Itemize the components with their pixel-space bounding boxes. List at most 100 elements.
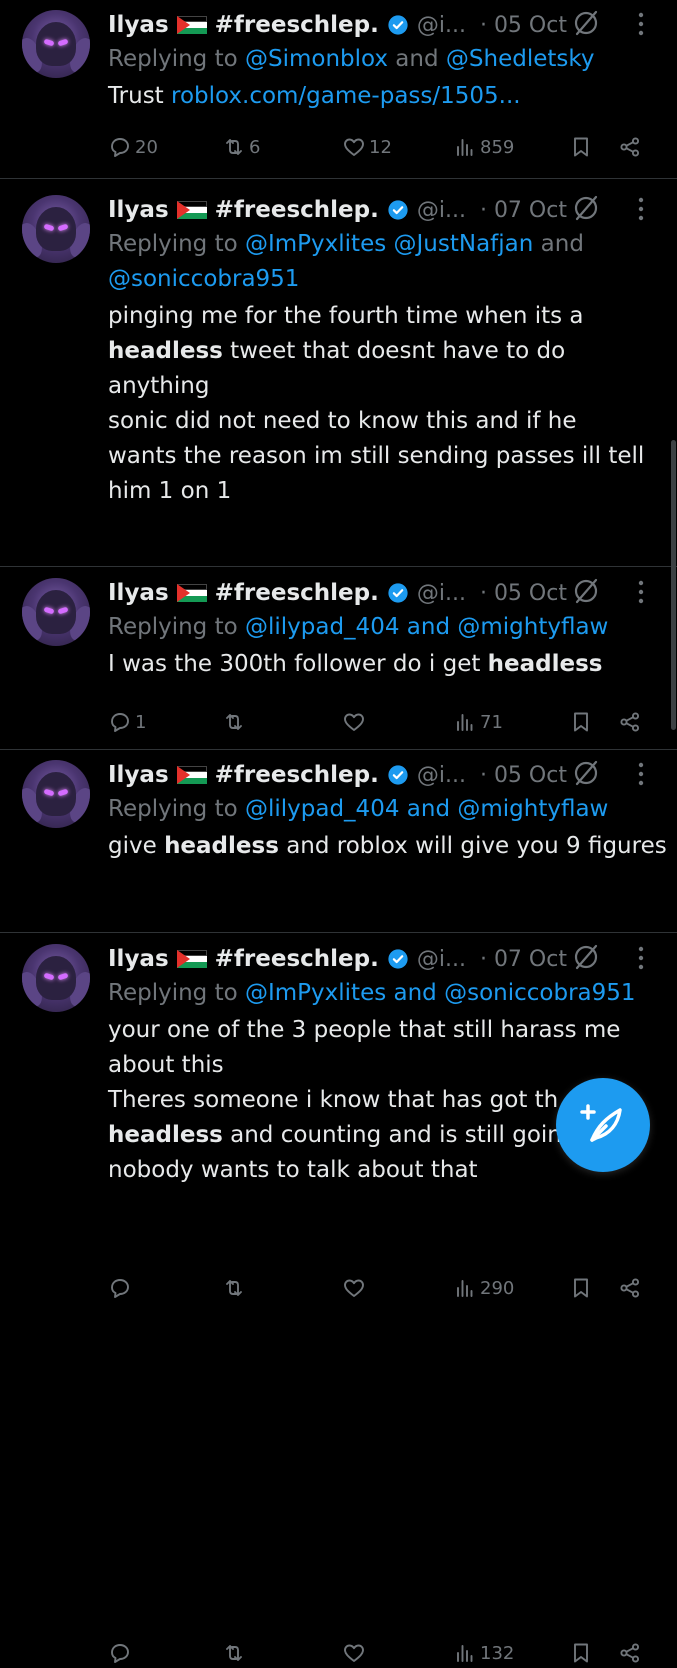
reply-button[interactable] [108,1273,135,1303]
more-icon[interactable] [630,9,652,39]
avatar[interactable] [22,578,90,646]
reply-icon [111,1644,129,1663]
tweet-timestamp[interactable]: · 05 Oct [480,763,567,788]
grok-icon[interactable] [571,193,601,223]
mention-link[interactable]: @lilypad_404 [245,796,399,822]
share-icon [620,1278,640,1298]
tweet[interactable]: Ilyas #freeschlep. @i... · 05 Oct Replying t… [0,568,677,1299]
repost-icon [226,139,242,155]
repost-icon [226,1645,242,1661]
more-icon[interactable] [630,943,652,973]
repost-button[interactable] [222,1273,249,1303]
text-segment: Replying to [108,796,245,822]
display-name[interactable]: Ilyas [108,580,169,606]
tweet-divider [0,932,677,933]
replying-to: Replying to @lilypad_404 and @mightyflaw [108,610,668,645]
mention-link[interactable]: @Simonblox [245,46,388,72]
mention-link[interactable]: @soniccobra951 [444,980,635,1006]
tweet-timestamp[interactable]: · 05 Oct [480,581,567,606]
grok-icon[interactable] [571,758,601,788]
text-segment: wants the reason im still sending passes… [108,443,645,469]
reply-icon [111,1279,129,1298]
user-handle[interactable]: @i... [417,198,466,223]
tweet[interactable]: Ilyas #freeschlep. @i... · 07 Oct Replying t… [0,185,677,733]
verified-badge-icon [388,583,408,603]
text-segment [386,231,393,257]
mention-link[interactable]: @ImPyxlites [245,980,386,1006]
user-handle[interactable]: @i... [417,947,466,972]
more-icon[interactable] [630,194,652,224]
reply-button[interactable] [108,1638,135,1668]
like-button[interactable] [342,1273,369,1303]
mention-link[interactable]: @soniccobra951 [108,266,299,292]
tweet-timestamp[interactable]: · 07 Oct [480,198,567,223]
mention-link[interactable]: @lilypad_404 [245,614,399,640]
share-button[interactable] [618,1638,642,1668]
share-button[interactable] [618,1273,642,1303]
views-button[interactable]: 132 [453,1638,514,1668]
more-icon[interactable] [630,577,652,607]
text-segment: your one of the 3 people that still hara… [108,1017,621,1043]
like-button[interactable]: 12 [342,132,392,162]
mention-link[interactable]: @ImPyxlites [245,231,386,257]
avatar[interactable] [22,760,90,828]
grok-icon[interactable] [571,8,601,38]
repost-button[interactable] [222,1638,249,1668]
mention-link[interactable]: @mightyflaw [457,614,608,640]
avatar[interactable] [22,944,90,1012]
replying-to-line: Replying to @lilypad_404 and @mightyflaw [108,792,668,827]
like-button[interactable] [342,1638,369,1668]
repost-button[interactable]: 6 [222,132,260,162]
compose-post-button[interactable] [556,1078,650,1172]
user-handle[interactable]: @i... [417,13,466,38]
bookmark-button[interactable] [569,1273,593,1303]
avatar[interactable] [22,10,90,78]
mention-link[interactable]: @Shedletsky [446,46,595,72]
replying-to: Replying to @ImPyxlites and @soniccobra9… [108,976,668,1011]
user-handle[interactable]: @i... [417,581,466,606]
display-name[interactable]: Ilyas [108,197,169,223]
text-segment: Replying to [108,46,245,72]
avatar[interactable] [22,195,90,263]
like-icon [344,1644,364,1662]
reply-button[interactable]: 20 [108,132,158,162]
tweet-text-line: anything [108,369,668,404]
user-handle[interactable]: @i... [417,763,466,788]
bookmark-button[interactable] [569,1638,593,1668]
views-icon [457,139,473,156]
mention-link[interactable]: @JustNafjan [394,231,534,257]
highlighted-text: headless [108,1122,223,1148]
display-name[interactable]: Ilyas [108,12,169,38]
tweet-text-line: pinging me for the fourth time when its … [108,299,668,334]
views-button[interactable]: 859 [453,132,514,162]
display-name[interactable]: Ilyas [108,762,169,788]
mention-link[interactable]: and [386,980,444,1006]
tweet-timestamp[interactable]: · 05 Oct [480,13,567,38]
tweet-actions: 132 [108,1638,648,1668]
tweet[interactable]: Ilyas #freeschlep. @i... · 05 Oct Replying t… [0,0,677,178]
repost-icon [226,1280,242,1296]
bookmark-button[interactable] [569,132,593,162]
tweet[interactable]: Ilyas #freeschlep. @i... · 05 Oct Replying t… [0,750,677,1664]
display-name-hashtag: #freeschlep. [214,946,379,972]
tweet-actions: 290 [108,1273,648,1303]
mention-link[interactable]: and [399,614,457,640]
grok-icon[interactable] [571,576,601,606]
tweet-text: I was the 300th follower do i get headle… [108,647,668,682]
share-button[interactable] [618,132,642,162]
display-name[interactable]: Ilyas [108,946,169,972]
tweet-timestamp[interactable]: · 07 Oct [480,947,567,972]
tweet-text-line: about this [108,1048,668,1083]
tweet-text-line: him 1 on 1 [108,474,668,509]
mention-link[interactable]: roblox.com/game-pass/1505... [171,83,521,109]
more-icon[interactable] [630,759,652,789]
views-button[interactable]: 290 [453,1273,514,1303]
scrollbar[interactable] [671,440,676,730]
mention-link[interactable]: @mightyflaw [457,796,608,822]
text-segment: and roblox will give you 9 figures [278,833,667,859]
grok-icon[interactable] [571,942,601,972]
mention-link[interactable]: and [399,796,457,822]
compose-post-icon [580,1104,622,1142]
text-segment: and counting and is still goin [222,1122,562,1148]
display-name-hashtag: #freeschlep. [214,580,379,606]
